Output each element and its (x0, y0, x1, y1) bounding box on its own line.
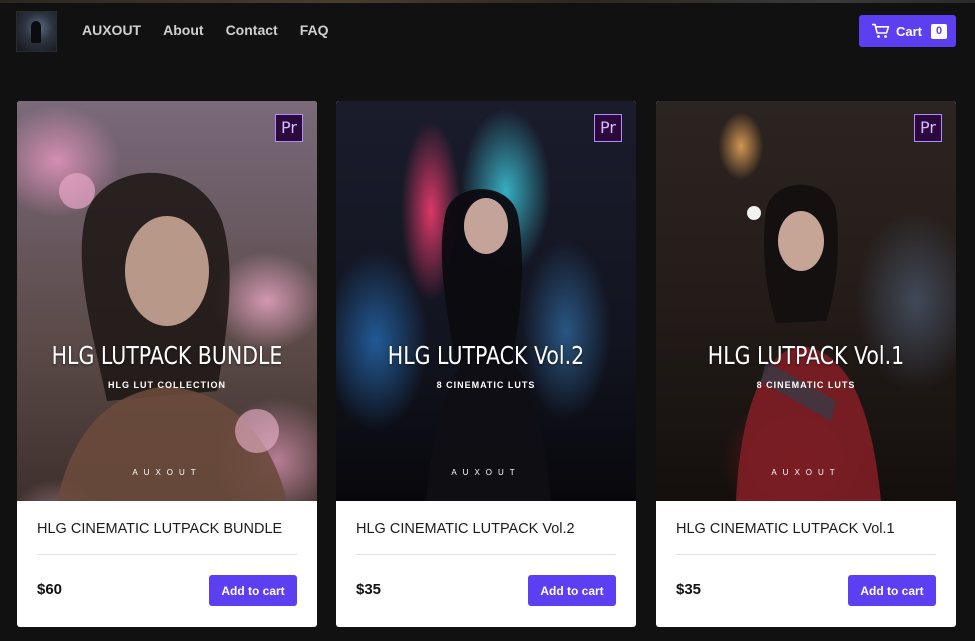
add-to-cart-button[interactable]: Add to cart (528, 575, 616, 606)
product-image[interactable]: Pr HLG LUTPACK Vol.2 8 CINEMATIC LUTS AU… (336, 101, 636, 501)
cover-subtitle: 8 CINEMATIC LUTS (756, 380, 856, 390)
product-title[interactable]: HLG CINEMATIC LUTPACK BUNDLE (37, 520, 297, 538)
cover-title: HLG LUTPACK Vol.2 (387, 341, 585, 370)
product-card[interactable]: Pr HLG LUTPACK Vol.2 8 CINEMATIC LUTS AU… (336, 101, 636, 627)
model-photo (57, 172, 287, 501)
cover-subtitle: 8 CINEMATIC LUTS (436, 380, 536, 390)
cover-title: HLG LUTPACK BUNDLE (51, 341, 283, 370)
cart-button[interactable]: Cart 0 (859, 15, 956, 47)
divider (356, 554, 616, 555)
nav-link-contact[interactable]: Contact (226, 21, 278, 39)
divider (37, 554, 297, 555)
cover-brand: AUXOUT (451, 468, 521, 477)
product-card[interactable]: Pr HLG LUTPACK BUNDLE HLG LUT COLLECTION… (17, 101, 317, 627)
model-photo (736, 184, 881, 501)
product-price: $35 (356, 581, 382, 598)
site-header: AUXOUT About Contact FAQ Cart 0 (0, 0, 975, 62)
product-price: $60 (37, 581, 63, 598)
product-card[interactable]: Pr HLG LUTPACK Vol.1 8 CINEMATIC LUTS AU… (656, 101, 956, 627)
premiere-pro-badge: Pr (275, 114, 303, 142)
site-logo[interactable] (16, 11, 57, 52)
premiere-pro-badge: Pr (594, 114, 622, 142)
product-price: $35 (676, 581, 702, 598)
model-photo (426, 189, 551, 501)
cover-brand: AUXOUT (132, 468, 202, 477)
cart-label: Cart (896, 23, 923, 39)
cart-icon (872, 23, 890, 38)
nav-link-faq[interactable]: FAQ (300, 21, 329, 39)
product-title[interactable]: HLG CINEMATIC LUTPACK Vol.1 (676, 520, 936, 538)
product-image[interactable]: Pr HLG LUTPACK BUNDLE HLG LUT COLLECTION… (17, 101, 317, 501)
product-image[interactable]: Pr HLG LUTPACK Vol.1 8 CINEMATIC LUTS AU… (656, 101, 956, 501)
divider (676, 554, 936, 555)
cart-count-badge: 0 (931, 23, 948, 39)
main-nav: AUXOUT About Contact FAQ (82, 21, 350, 39)
nav-link-auxout[interactable]: AUXOUT (82, 21, 141, 39)
add-to-cart-button[interactable]: Add to cart (848, 575, 936, 606)
nav-link-about[interactable]: About (163, 21, 203, 39)
cover-brand: AUXOUT (771, 468, 841, 477)
cover-title: HLG LUTPACK Vol.1 (707, 341, 905, 370)
cover-subtitle: HLG LUT COLLECTION (108, 380, 226, 390)
premiere-pro-badge: Pr (914, 114, 942, 142)
product-title[interactable]: HLG CINEMATIC LUTPACK Vol.2 (356, 520, 616, 538)
add-to-cart-button[interactable]: Add to cart (209, 575, 297, 606)
